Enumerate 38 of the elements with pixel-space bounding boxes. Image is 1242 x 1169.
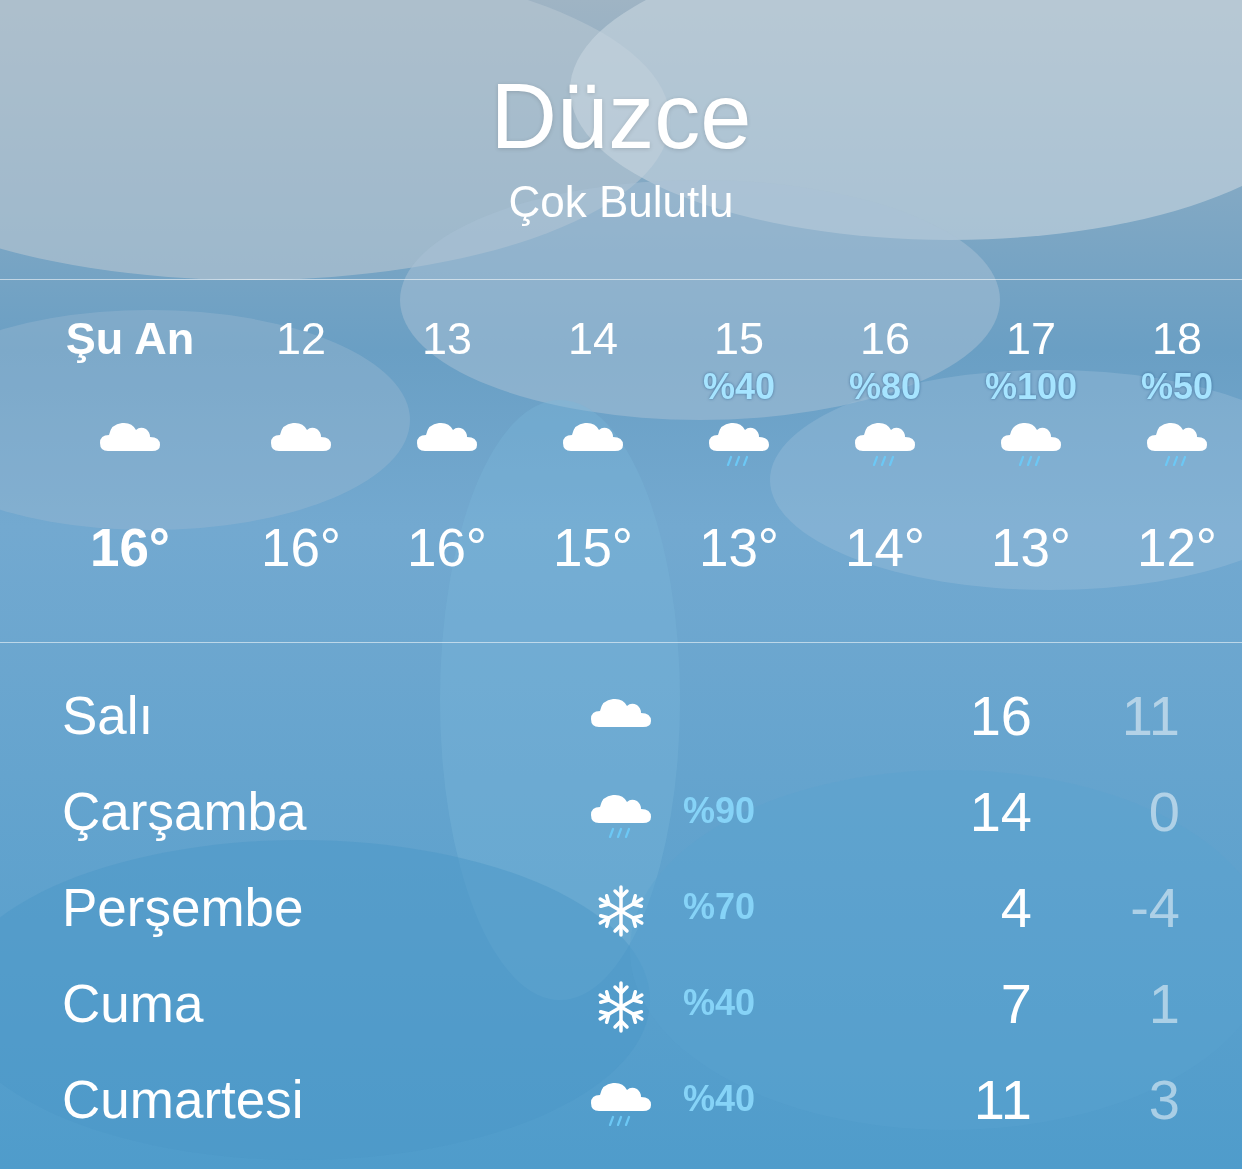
high-temperature: 7 (999, 970, 1032, 1036)
hour-label: 13 (421, 316, 473, 361)
hourly-temperature: 16° (406, 521, 488, 574)
day-name: Salı (62, 684, 155, 746)
low-temperature: 3 (1147, 1066, 1180, 1132)
hourly-temperature: 13° (698, 521, 780, 574)
hour-label: 14 (567, 316, 619, 361)
day-name: Cuma (62, 972, 205, 1034)
hourly-temperature: 16° (260, 521, 342, 574)
precipitation-chance: %80 (848, 369, 922, 405)
snowflake-icon (597, 885, 645, 937)
high-temperature: 16 (968, 682, 1032, 748)
weather-condition: Çok Bulutlu (508, 180, 734, 224)
hour-label: 17 (1005, 316, 1057, 361)
hourly-temperature: 13° (990, 521, 1072, 574)
low-temperature: -4 (1129, 874, 1180, 940)
hour-label: 16 (859, 316, 911, 361)
hourly-temperature: 15° (552, 521, 634, 574)
day-name: Cumartesi (62, 1068, 305, 1130)
high-temperature: 4 (999, 874, 1032, 940)
hourly-temperature: 16° (89, 521, 171, 574)
precipitation-chance: %100 (984, 369, 1078, 405)
hourly-temperature: 14° (844, 521, 926, 574)
hourly-temperature: 12° (1136, 521, 1218, 574)
hour-label: 15 (713, 316, 765, 361)
now-label: Şu An (65, 316, 195, 361)
day-name: Perşembe (62, 876, 305, 938)
city-name: Düzce (490, 70, 752, 162)
hour-label: 12 (275, 316, 327, 361)
snowflake-icon (597, 981, 645, 1033)
high-temperature: 14 (968, 778, 1032, 844)
day-name: Çarşamba (62, 780, 308, 842)
high-temperature: 11 (972, 1066, 1032, 1132)
low-temperature: 11 (1120, 682, 1180, 748)
low-temperature: 0 (1147, 778, 1180, 844)
precipitation-chance: %50 (1140, 369, 1214, 405)
hour-label: 18 (1151, 316, 1203, 361)
low-temperature: 1 (1147, 970, 1180, 1036)
